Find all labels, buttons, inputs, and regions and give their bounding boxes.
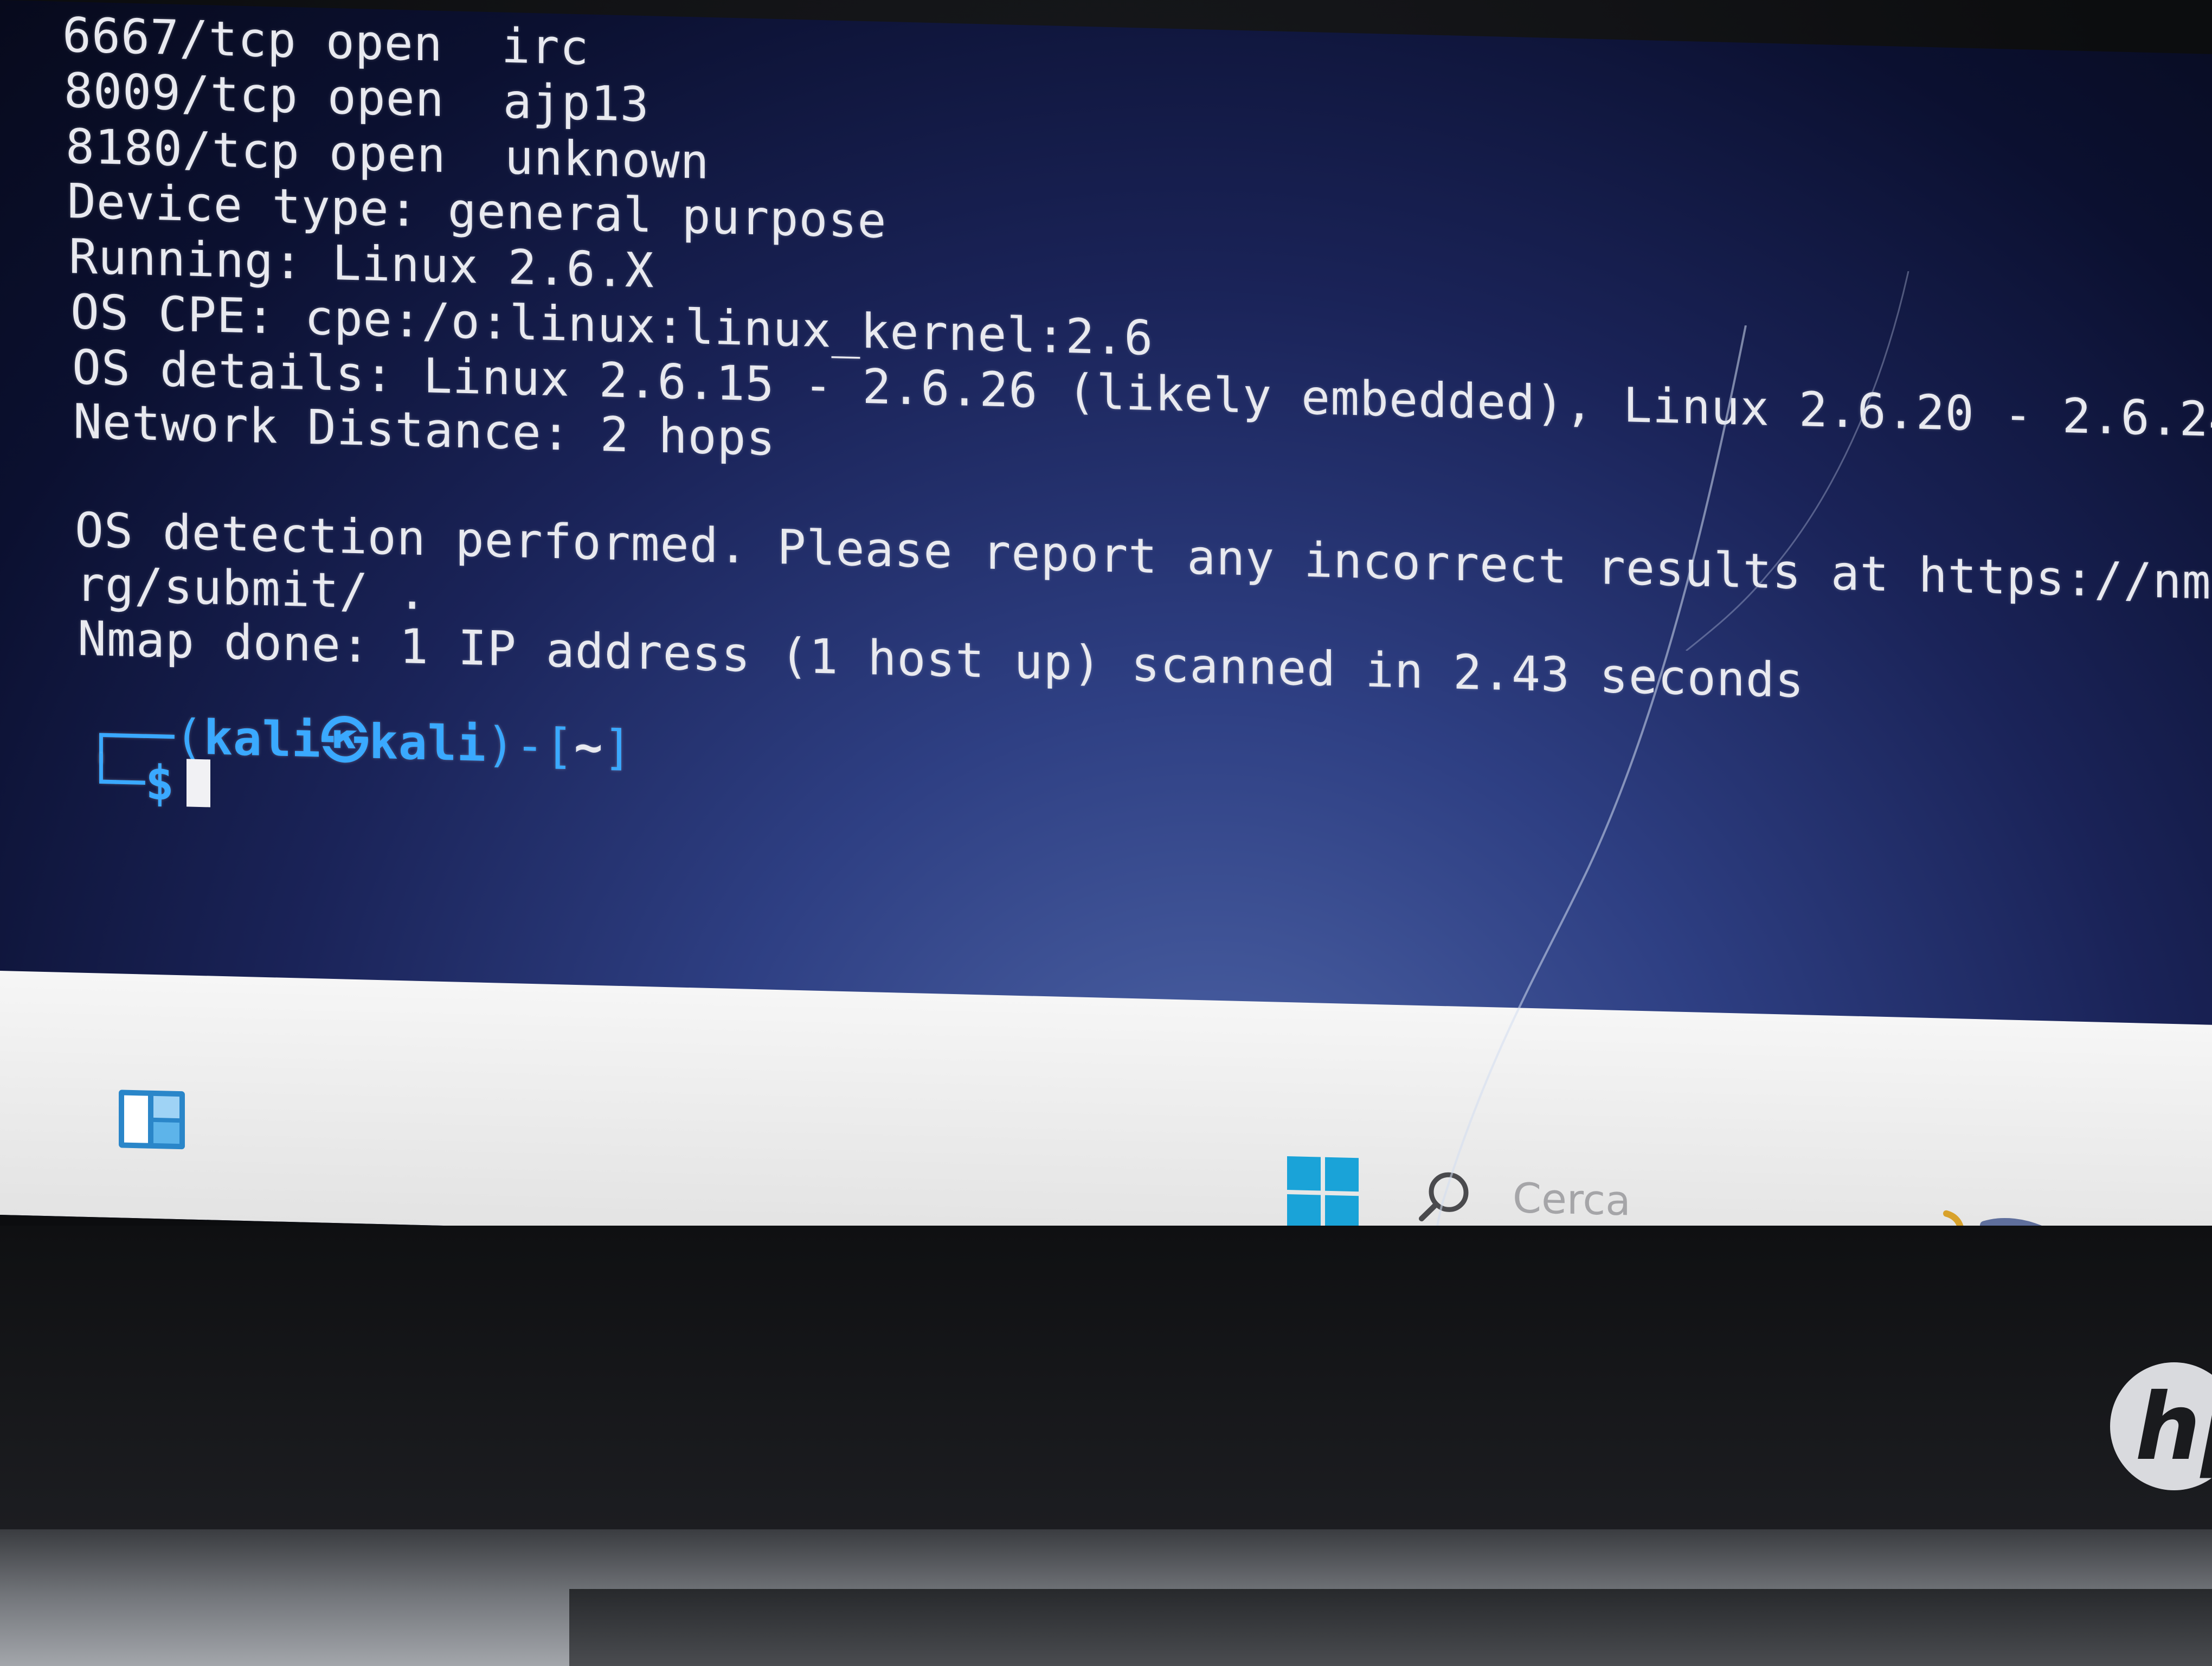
- hp-logo: hp: [2110, 1362, 2212, 1490]
- laptop-bezel-lower: [0, 1226, 2212, 1529]
- prompt-directory: ~: [574, 718, 603, 776]
- search-placeholder: Cerca: [1513, 1173, 1631, 1225]
- terminal-window[interactable]: 6667/tcp open irc 8009/tcp open ajp13 81…: [0, 0, 2212, 1025]
- prompt-frame-bottom: └─: [87, 753, 145, 811]
- prompt-frame-mid: )-[: [486, 716, 574, 774]
- keyboard-deck: [569, 1589, 2212, 1666]
- search-icon: [1419, 1172, 1469, 1222]
- prompt-line-2[interactable]: └─$: [87, 753, 210, 812]
- prompt-dollar: $: [145, 754, 175, 811]
- laptop-screen: 6667/tcp open irc 8009/tcp open ajp13 81…: [0, 0, 2212, 1269]
- text-cursor[interactable]: [186, 759, 210, 808]
- prompt-user: kali: [203, 709, 321, 768]
- widgets-icon[interactable]: [117, 1087, 187, 1151]
- prompt-at-symbol: ㉿: [320, 712, 369, 770]
- prompt-frame-close: ]: [603, 719, 633, 776]
- terminal-line: rg/submit/ .: [76, 556, 427, 621]
- svg-text:hp: hp: [2135, 1374, 2212, 1481]
- terminal-line: Nmap done: 1 IP address (1 host up) scan…: [78, 610, 1804, 709]
- prompt-host: kali: [369, 713, 486, 772]
- windows-start-icon[interactable]: [1285, 1154, 1361, 1232]
- photo: 6667/tcp open irc 8009/tcp open ajp13 81…: [0, 0, 2212, 1666]
